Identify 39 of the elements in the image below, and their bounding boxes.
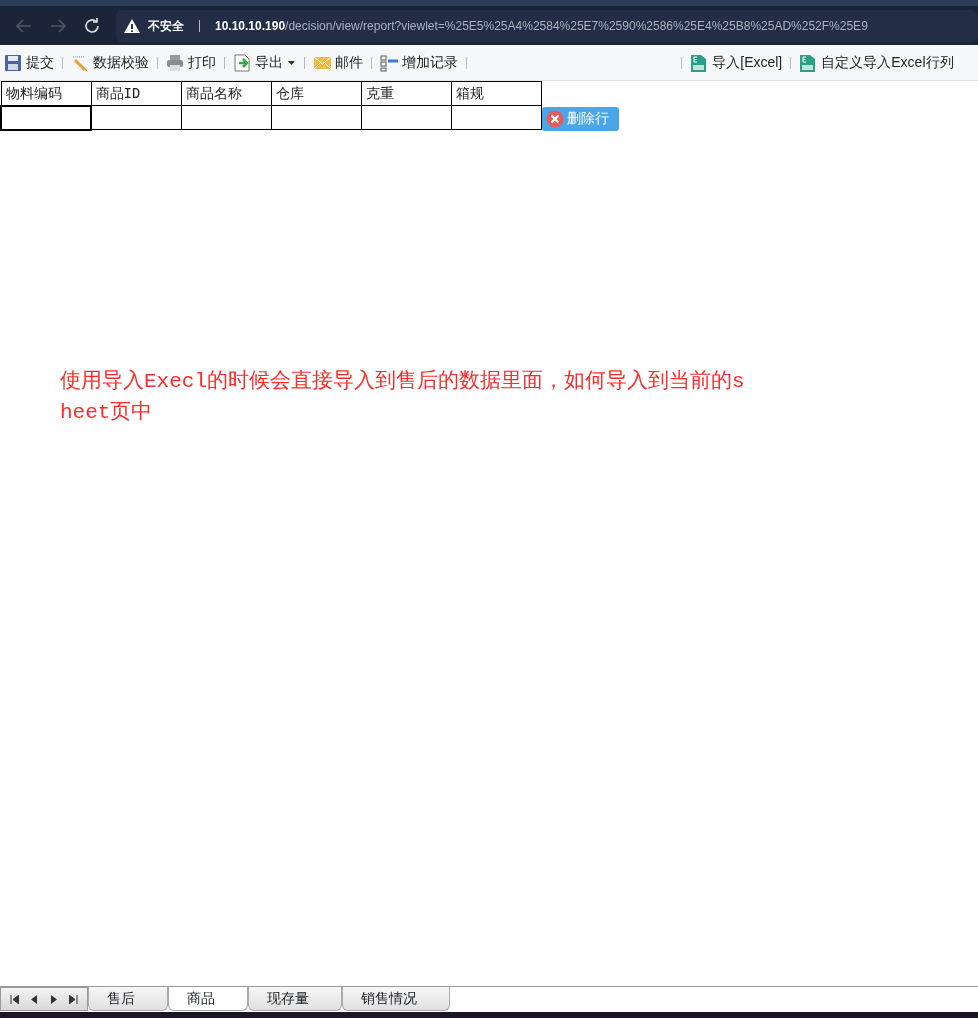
next-icon[interactable] xyxy=(49,994,58,1004)
table-cell[interactable] xyxy=(361,105,451,130)
column-header: 商品ID xyxy=(91,81,181,106)
reload-icon[interactable] xyxy=(82,15,102,36)
pencil-icon xyxy=(70,53,90,72)
last-icon[interactable] xyxy=(68,994,78,1004)
address-bar[interactable]: 不安全 10.10.10.190/decision/view/report?viewlet=%25E5%25A4%2584%25E7%2590%2586%25E4%25B8%25AD%252F%25E9 xyxy=(116,9,978,42)
previous-icon[interactable] xyxy=(30,994,39,1004)
warning-icon xyxy=(123,17,141,34)
toolbar-button[interactable]: 增加记录 xyxy=(379,52,458,73)
toolbar-button[interactable]: 导出 xyxy=(232,52,296,73)
table-cell[interactable] xyxy=(451,105,541,130)
column-header: 物料编码 xyxy=(1,81,91,106)
toolbar-button[interactable]: 自定义导入Excel行列 xyxy=(799,52,954,73)
column-header: 商品名称 xyxy=(181,81,271,106)
printer-icon xyxy=(165,53,185,72)
document-arrow-icon xyxy=(232,53,252,72)
column-header: 仓库 xyxy=(271,81,361,106)
url-text: 10.10.10.190/decision/view/report?viewlet=%25E5%25A4%2584%25E7%2590%2586%25E4%25B8%25AD%252F%25E9 xyxy=(215,17,868,35)
close-icon xyxy=(545,109,564,128)
sheet-tab[interactable]: 商品 xyxy=(168,987,248,1011)
annotation-text: 使用导入Execl的时候会直接导入到售后的数据里面，如何导入到当前的sheet页中 xyxy=(60,368,746,426)
toolbar-button[interactable]: 数据校验 xyxy=(70,52,149,73)
sheet-tab[interactable]: 销售情况 xyxy=(342,987,450,1011)
sheet-tab[interactable]: 售后 xyxy=(88,987,168,1011)
table-cell[interactable] xyxy=(1,105,91,130)
column-header: 克重 xyxy=(361,81,451,106)
first-icon[interactable] xyxy=(10,994,20,1004)
rows-arrow-icon xyxy=(379,53,399,72)
toolbar-button[interactable]: 导入[Excel] xyxy=(690,52,783,73)
sheet-tab[interactable]: 现存量 xyxy=(248,987,342,1011)
security-label: 不安全 xyxy=(148,17,184,35)
table-cell[interactable] xyxy=(271,105,361,130)
column-header: 箱规 xyxy=(451,81,541,106)
toolbar-button[interactable]: 提交 xyxy=(3,52,54,73)
table-cell[interactable] xyxy=(181,105,271,130)
table-cell[interactable] xyxy=(91,105,181,130)
toolbar-button[interactable]: 打印 xyxy=(165,52,216,73)
toolbar-button[interactable]: 邮件 xyxy=(312,52,363,73)
